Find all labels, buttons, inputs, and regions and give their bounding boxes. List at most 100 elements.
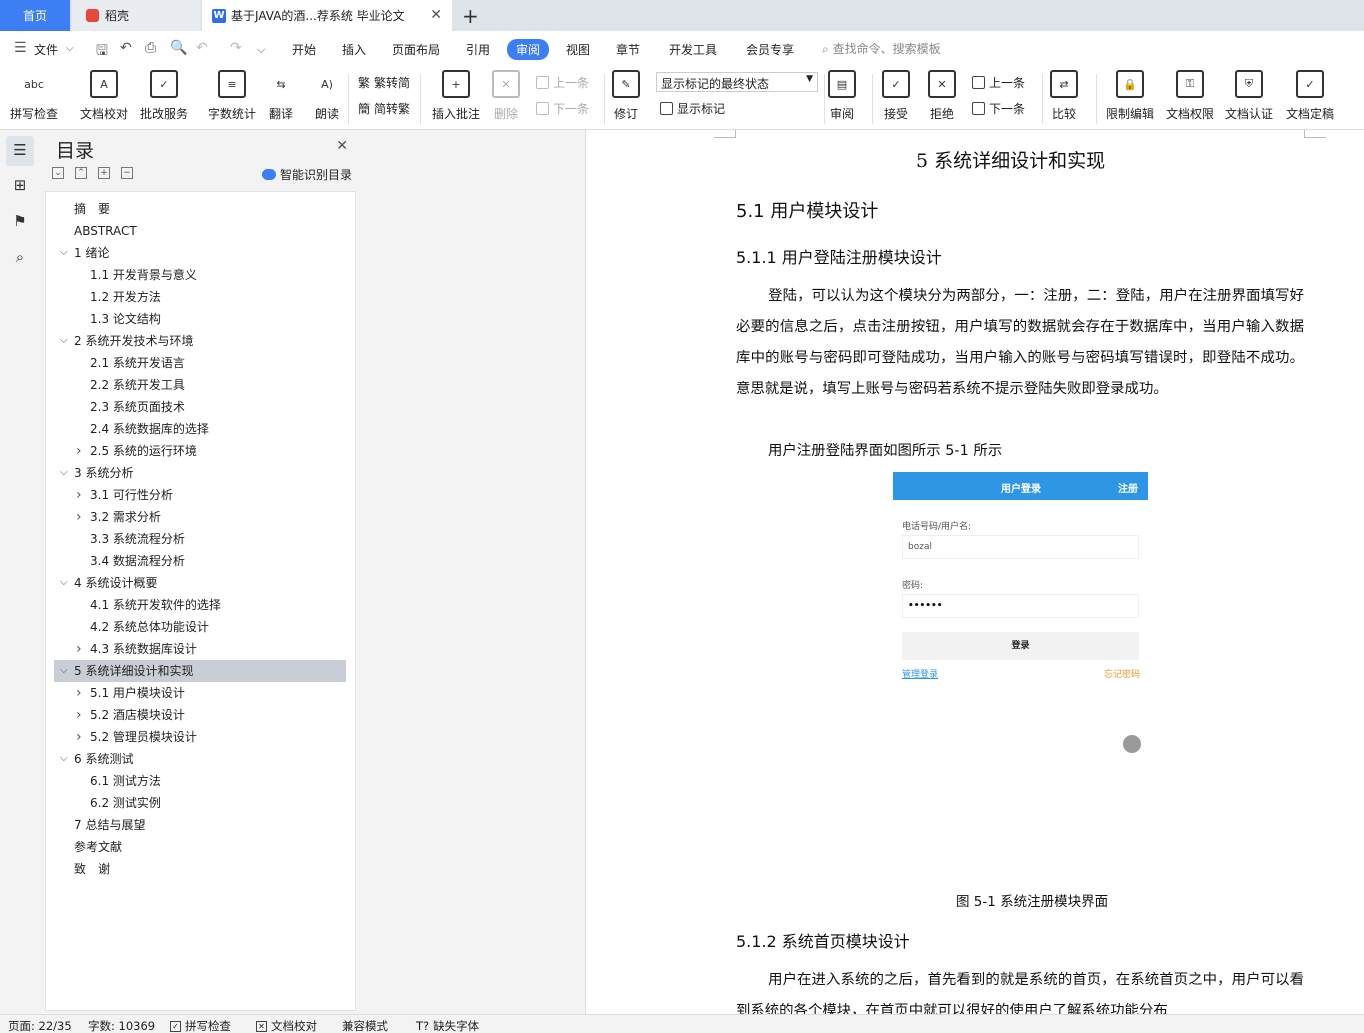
toc-item[interactable]: ⌵ 2 系统开发技术与环境 — [54, 330, 346, 352]
toc-item[interactable]: 2.2 系统开发工具 — [54, 374, 346, 396]
status-spell-check[interactable]: ✓ 拼写检查 — [170, 1018, 231, 1033]
add-level-icon[interactable]: + — [98, 167, 110, 179]
reject-button[interactable]: ✕ 拒绝 — [928, 70, 956, 122]
bookmark-icon[interactable]: ⚑ — [10, 212, 30, 232]
new-tab-icon[interactable]: + — [462, 4, 479, 28]
undo-icon[interactable]: ↶ — [196, 40, 208, 56]
delete-comment-button[interactable]: ✕ 删除 — [492, 70, 520, 122]
track-changes-button[interactable]: ✎ 修订 — [612, 70, 640, 122]
toc-item[interactable]: 7 总结与展望 — [54, 814, 346, 836]
toc-item[interactable]: 摘 要 — [54, 198, 346, 220]
tab-home[interactable]: 首页 — [0, 0, 70, 31]
tab-document[interactable]: W 基于JAVA的酒...荐系统 毕业论文 ✕ — [202, 0, 452, 31]
accept-button[interactable]: ✓ 接受 — [882, 70, 910, 122]
search-icon[interactable]: ⌕ — [10, 248, 30, 268]
tab-docer[interactable]: 稻壳 — [72, 0, 200, 31]
word-count-button[interactable]: ≡ 字数统计 — [208, 70, 256, 122]
toc-item[interactable]: 1.2 开发方法 — [54, 286, 346, 308]
prev-comment-button[interactable]: 上一条 — [536, 74, 589, 91]
simp-to-trad-button[interactable]: 簡简转繁 — [358, 100, 410, 117]
chevron-right-icon[interactable]: › — [76, 704, 82, 726]
toc-item[interactable]: › 3.2 需求分析 — [54, 506, 346, 528]
chevron-right-icon[interactable]: › — [76, 440, 82, 462]
finalize-button[interactable]: ✓ 文档定稿 — [1286, 70, 1334, 122]
chevron-down-icon[interactable]: ⌵ — [60, 242, 68, 264]
menu-member[interactable]: 会员专享 — [746, 41, 794, 58]
chevron-down-icon[interactable]: ⌵ — [60, 572, 68, 594]
chevron-right-icon[interactable]: › — [76, 506, 82, 528]
collapse-icon[interactable]: ⌄ — [52, 167, 64, 179]
menu-developer[interactable]: 开发工具 — [669, 41, 717, 58]
status-proofread[interactable]: ✕ 文档校对 — [256, 1018, 317, 1033]
menu-references[interactable]: 引用 — [466, 41, 490, 58]
close-icon[interactable]: ✕ — [430, 7, 442, 23]
translate-button[interactable]: ⇆ 翻译 — [267, 70, 295, 122]
chevron-down-icon[interactable]: ⌵ — [60, 462, 68, 484]
next-change-button[interactable]: 下一条 — [972, 100, 1025, 117]
remove-level-icon[interactable]: − — [121, 167, 133, 179]
close-icon[interactable]: ✕ — [336, 138, 348, 154]
toc-item[interactable]: › 4.3 系统数据库设计 — [54, 638, 346, 660]
toc-item[interactable]: 6.1 测试方法 — [54, 770, 346, 792]
chevron-down-icon[interactable]: ⌵ — [60, 748, 68, 770]
missing-font-button[interactable]: T? 缺失字体 — [416, 1018, 479, 1033]
trad-to-simp-button[interactable]: 繁繁转简 — [358, 74, 410, 91]
menu-page-layout[interactable]: 页面布局 — [392, 41, 440, 58]
toc-item[interactable]: 2.4 系统数据库的选择 — [54, 418, 346, 440]
prev-change-button[interactable]: 上一条 — [972, 74, 1025, 91]
print-preview-icon[interactable]: 🔍 — [170, 40, 187, 56]
toc-item[interactable]: ABSTRACT — [54, 220, 346, 242]
toc-item[interactable]: 2.1 系统开发语言 — [54, 352, 346, 374]
toc-item[interactable]: 致 谢 — [54, 858, 346, 880]
toc-item[interactable]: › 5.1 用户模块设计 — [54, 682, 346, 704]
redo-icon[interactable]: ↷ — [230, 40, 242, 56]
toc-item[interactable]: ⌵ 1 绪论 — [54, 242, 346, 264]
show-markup-button[interactable]: 显示标记 — [660, 100, 725, 117]
menu-insert[interactable]: 插入 — [342, 41, 366, 58]
print-icon[interactable]: ⎙ — [145, 40, 156, 56]
read-aloud-button[interactable]: A) 朗读 — [313, 70, 341, 122]
markup-display-select[interactable]: 显示标记的最终状态 ▼ — [656, 72, 818, 92]
toc-item[interactable]: › 2.5 系统的运行环境 — [54, 440, 346, 462]
toc-item[interactable]: ⌵ 5 系统详细设计和实现 — [54, 660, 346, 682]
chevron-right-icon[interactable]: › — [76, 484, 82, 506]
chevron-down-icon[interactable]: ⌵ — [66, 43, 74, 54]
review-pane-button[interactable]: ▤ 审阅 — [828, 70, 856, 122]
undo-history-icon[interactable]: ↶ — [120, 40, 132, 56]
toc-item[interactable]: ⌵ 6 系统测试 — [54, 748, 346, 770]
page-indicator[interactable]: 页面: 22/35 — [8, 1018, 72, 1033]
toc-item[interactable]: ⌵ 3 系统分析 — [54, 462, 346, 484]
word-count-indicator[interactable]: 字数: 10369 — [88, 1018, 155, 1033]
toc-item[interactable]: 3.3 系统流程分析 — [54, 528, 346, 550]
toc-item[interactable]: 参考文献 — [54, 836, 346, 858]
chevron-down-icon[interactable]: ⌵ — [60, 330, 68, 352]
spell-check-button[interactable]: abc 拼写检查 — [10, 70, 58, 122]
save-icon[interactable]: 🖫 — [96, 40, 108, 64]
document-permission-button[interactable]: ⚿ 文档权限 — [1166, 70, 1214, 122]
toc-item[interactable]: › 3.1 可行性分析 — [54, 484, 346, 506]
menu-chapter[interactable]: 章节 — [616, 41, 640, 58]
toc-item[interactable]: ⌵ 4 系统设计概要 — [54, 572, 346, 594]
toc-item[interactable]: 2.3 系统页面技术 — [54, 396, 346, 418]
toc-item[interactable]: › 5.2 酒店模块设计 — [54, 704, 346, 726]
toc-item[interactable]: 4.2 系统总体功能设计 — [54, 616, 346, 638]
expand-icon[interactable]: ⌃ — [75, 167, 87, 179]
proofread-button[interactable]: A 文档校对 — [80, 70, 128, 122]
menu-view[interactable]: 视图 — [566, 41, 590, 58]
menu-file[interactable]: 文件 — [34, 41, 58, 58]
outline-icon[interactable]: ☰ — [6, 136, 34, 166]
chapter-nav-icon[interactable]: ⊞ — [10, 176, 30, 196]
chevron-right-icon[interactable]: › — [76, 682, 82, 704]
command-search[interactable]: ⌕ 查找命令、搜索模板 — [822, 40, 941, 57]
menu-start[interactable]: 开始 — [292, 41, 316, 58]
restrict-editing-button[interactable]: 🔒 限制编辑 — [1106, 70, 1154, 122]
document-page[interactable]: 5 系统详细设计和实现 5.1 用户模块设计 5.1.1 用户登陆注册模块设计 … — [585, 130, 1364, 1014]
chevron-right-icon[interactable]: › — [76, 726, 82, 748]
insert-comment-button[interactable]: + 插入批注 — [432, 70, 480, 122]
toc-item[interactable]: 1.1 开发背景与意义 — [54, 264, 346, 286]
document-certify-button[interactable]: ⛨ 文档认证 — [1225, 70, 1273, 122]
compare-button[interactable]: ⇄ 比较 — [1050, 70, 1078, 122]
toc-item[interactable]: 1.3 论文结构 — [54, 308, 346, 330]
customize-icon[interactable]: ⌵ — [257, 43, 265, 57]
chevron-right-icon[interactable]: › — [76, 638, 82, 660]
